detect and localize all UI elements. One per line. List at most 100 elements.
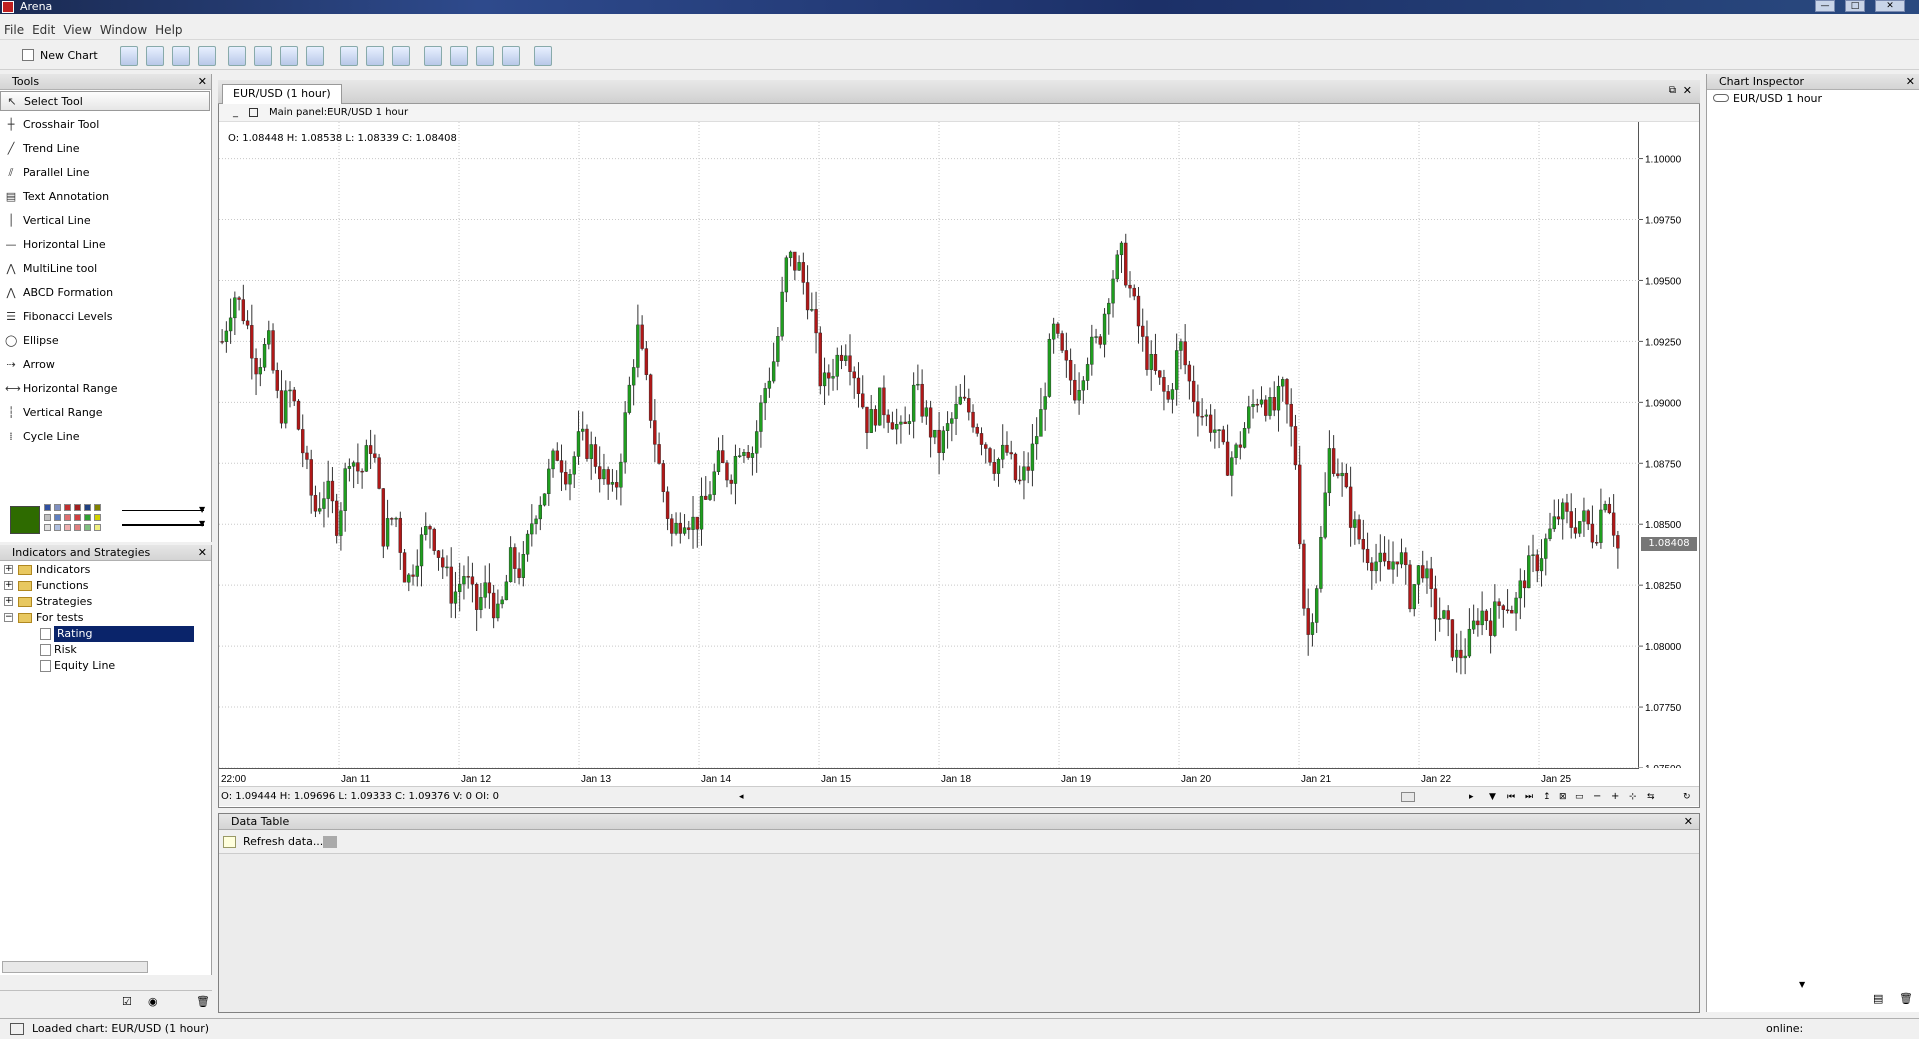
workspace-icon[interactable] <box>228 46 246 66</box>
palette-swatch[interactable] <box>74 514 81 521</box>
tool-ellipse[interactable]: ◯ Ellipse <box>0 331 210 351</box>
tool-parallel-line[interactable]: ⫽ Parallel Line <box>0 163 210 183</box>
tool-cycle-line[interactable]: ⁞ Cycle Line <box>0 427 210 447</box>
tool-vertical-line[interactable]: │ Vertical Line <box>0 211 210 231</box>
refresh-data-button[interactable]: Refresh data... <box>243 835 323 848</box>
highlight-icon[interactable] <box>476 46 494 66</box>
scroll-thumb[interactable] <box>1401 792 1415 802</box>
tree-item-indicators[interactable]: + Indicators <box>0 562 194 578</box>
tree-item-functions[interactable]: + Functions <box>0 578 194 594</box>
tree-item-equity-line[interactable]: Equity Line <box>0 658 194 674</box>
zoom-fit-icon[interactable]: ⊠ <box>1559 787 1567 807</box>
menu-view[interactable]: View <box>59 20 95 40</box>
dropdown-icon[interactable]: ▼ <box>1489 787 1496 807</box>
scroll-left-icon[interactable]: ◂ <box>739 787 744 807</box>
minimize-button[interactable]: — <box>1815 0 1835 12</box>
menu-file[interactable]: File <box>0 20 28 40</box>
layout-icon[interactable] <box>254 46 272 66</box>
tree-item-strategies[interactable]: + Strategies <box>0 594 194 610</box>
open-folder-icon[interactable] <box>198 46 216 66</box>
palette-swatch[interactable] <box>44 504 51 511</box>
tree-item-for-tests[interactable]: − For tests <box>0 610 194 626</box>
tool-vertical-range[interactable]: ┆ Vertical Range <box>0 403 210 423</box>
database-icon[interactable] <box>392 46 410 66</box>
palette-swatch[interactable] <box>84 514 91 521</box>
palette-swatch[interactable] <box>54 514 61 521</box>
close-icon[interactable]: ✕ <box>198 74 207 90</box>
palette-swatch[interactable] <box>94 504 101 511</box>
split-icon[interactable] <box>502 46 520 66</box>
collapse-icon[interactable]: − <box>4 613 13 622</box>
line-style-thick[interactable] <box>122 524 204 526</box>
indicator-icon[interactable] <box>424 46 442 66</box>
time-axis[interactable]: 22:00 Jan 11 Jan 12 Jan 13 Jan 14 Jan 15 Jan 1… <box>219 768 1639 786</box>
palette-swatch[interactable] <box>64 524 71 531</box>
restore-icon[interactable]: ⧉ <box>1669 85 1676 96</box>
image-icon[interactable] <box>340 46 358 66</box>
palette-swatch[interactable] <box>44 524 51 531</box>
zoom-out-icon[interactable]: − <box>1593 787 1601 807</box>
print-icon[interactable] <box>280 46 298 66</box>
line-style-dropdown-icon[interactable]: ▼ <box>199 505 205 514</box>
save-chart-icon[interactable] <box>146 46 164 66</box>
tool-abcd-formation[interactable]: ⋀ ABCD Formation <box>0 283 210 303</box>
close-chart-icon[interactable]: ✕ <box>1683 84 1692 97</box>
palette-swatch[interactable] <box>74 524 81 531</box>
menu-help[interactable]: Help <box>151 20 186 40</box>
color-palette[interactable] <box>44 504 114 534</box>
export-icon[interactable] <box>323 836 337 848</box>
price-axis[interactable]: 1.10000 1.09750 1.09500 1.09250 1.09000 1.087… <box>1639 122 1699 775</box>
globe-icon[interactable]: ◉ <box>148 995 158 1008</box>
tool-fibonacci-levels[interactable]: ☰ Fibonacci Levels <box>0 307 210 327</box>
palette-swatch[interactable] <box>94 524 101 531</box>
zoom-in-icon[interactable]: + <box>1611 787 1619 807</box>
palette-swatch[interactable] <box>74 504 81 511</box>
panel-minimize-icon[interactable]: _ <box>233 104 238 122</box>
open-chart-icon[interactable] <box>120 46 138 66</box>
tool-text-annotation[interactable]: ▤ Text Annotation <box>0 187 210 207</box>
arrows-icon[interactable]: ⇆ <box>1647 787 1655 807</box>
tool-horizontal-line[interactable]: — Horizontal Line <box>0 235 210 255</box>
close-icon[interactable]: ✕ <box>1684 814 1693 830</box>
horizontal-scrollbar[interactable] <box>2 961 148 973</box>
autoscroll-icon[interactable]: ↥ <box>1543 787 1551 807</box>
go-last-icon[interactable]: ⏭ <box>1525 787 1533 807</box>
palette-swatch[interactable] <box>84 524 91 531</box>
go-first-icon[interactable]: ⏮ <box>1507 787 1515 807</box>
tool-select-tool[interactable]: ↖ Select Tool <box>0 91 210 111</box>
cloud-icon[interactable] <box>306 46 324 66</box>
palette-swatch[interactable] <box>94 514 101 521</box>
crosshair-icon[interactable]: ⊹ <box>1629 787 1637 807</box>
line-width-dropdown-icon[interactable]: ▼ <box>199 519 205 528</box>
chart-template-icon[interactable] <box>172 46 190 66</box>
expand-icon[interactable]: + <box>4 565 13 574</box>
tool-trend-line[interactable]: ╱ Trend Line <box>0 139 210 159</box>
panel-icon[interactable] <box>534 46 552 66</box>
tool-arrow[interactable]: ⇢ Arrow <box>0 355 210 375</box>
chart-plot-area[interactable] <box>219 122 1639 769</box>
tool-horizontal-range[interactable]: ⟷ Horizontal Range <box>0 379 210 399</box>
close-window-button[interactable]: ✕ <box>1875 0 1905 12</box>
maximize-button[interactable]: □ <box>1845 0 1865 12</box>
check-icon[interactable]: ☑ <box>122 995 132 1008</box>
menu-window[interactable]: Window <box>96 20 151 40</box>
new-chart-button[interactable]: New Chart <box>8 46 100 66</box>
expand-icon[interactable]: + <box>4 581 13 590</box>
palette-swatch[interactable] <box>54 504 61 511</box>
palette-swatch[interactable] <box>64 504 71 511</box>
menu-edit[interactable]: Edit <box>28 20 59 40</box>
palette-swatch[interactable] <box>54 524 61 531</box>
scroll-right-icon[interactable]: ▸ <box>1469 787 1474 807</box>
tool-crosshair-tool[interactable]: ┼ Crosshair Tool <box>0 115 210 135</box>
palette-swatch[interactable] <box>44 514 51 521</box>
panel-icon[interactable]: ▭ <box>1575 787 1584 807</box>
list-icon[interactable]: ▤ <box>1873 992 1883 1005</box>
close-icon[interactable]: ✕ <box>198 545 207 561</box>
delete-icon[interactable]: 🗑 <box>196 995 210 1008</box>
expand-icon[interactable]: + <box>4 597 13 606</box>
tree-item-rating[interactable]: Rating <box>0 626 194 642</box>
tool-multiline-tool[interactable]: ⋀ MultiLine tool <box>0 259 210 279</box>
palette-swatch[interactable] <box>64 514 71 521</box>
delete-icon[interactable]: 🗑 <box>1899 992 1913 1005</box>
palette-swatch[interactable] <box>84 504 91 511</box>
